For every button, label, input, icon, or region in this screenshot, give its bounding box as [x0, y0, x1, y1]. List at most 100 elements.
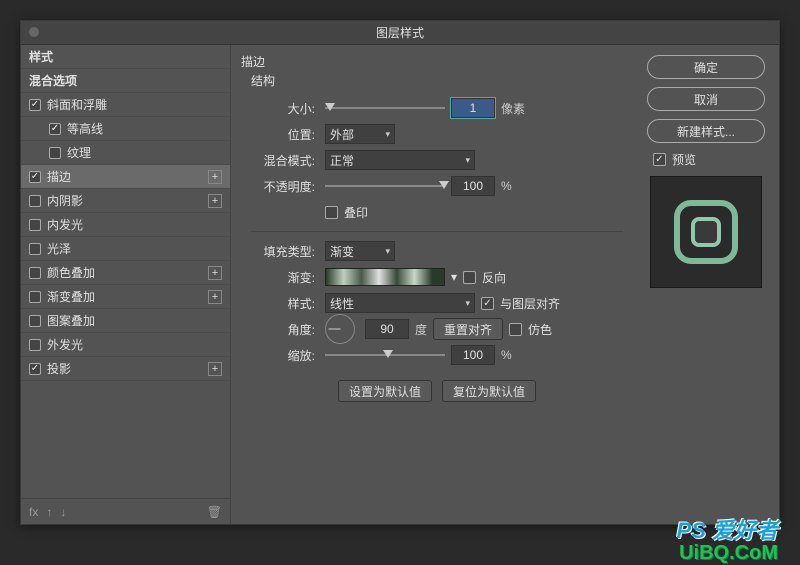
size-slider[interactable]	[325, 102, 445, 114]
arrow-up-icon[interactable]: ↑	[46, 505, 52, 519]
opacity-label: 不透明度:	[251, 178, 315, 195]
style-label: 内发光	[47, 216, 83, 233]
opacity-slider[interactable]	[325, 180, 445, 192]
size-label: 大小:	[251, 100, 315, 117]
style-label: 内阴影	[47, 192, 83, 209]
angle-label: 角度:	[251, 321, 315, 338]
style-item-3[interactable]: 描边 +	[21, 165, 230, 189]
style-checkbox[interactable]	[29, 195, 41, 207]
style-checkbox[interactable]	[29, 363, 41, 375]
blend-dropdown[interactable]: 正常▾	[325, 150, 475, 170]
blend-label: 混合模式:	[251, 152, 315, 169]
reset-align-button[interactable]: 重置对齐	[433, 318, 503, 340]
angle-input[interactable]: 90	[365, 319, 409, 339]
style-checkbox[interactable]	[29, 171, 41, 183]
style-item-5[interactable]: 内发光	[21, 213, 230, 237]
style-checkbox[interactable]	[29, 219, 41, 231]
reverse-label: 反向	[482, 269, 506, 286]
fx-icon[interactable]: fx	[29, 505, 38, 519]
style-checkbox[interactable]	[29, 99, 41, 111]
overprint-checkbox[interactable]	[325, 206, 338, 219]
scale-input[interactable]: 100	[451, 345, 495, 365]
chevron-down-icon: ▾	[465, 155, 470, 166]
style-item-2[interactable]: 纹理	[21, 141, 230, 165]
preview-checkbox[interactable]	[653, 153, 666, 166]
style-label: 纹理	[67, 144, 91, 161]
plus-icon[interactable]: +	[208, 194, 222, 208]
style-item-7[interactable]: 颜色叠加 +	[21, 261, 230, 285]
style-checkbox[interactable]	[29, 267, 41, 279]
style-checkbox[interactable]	[49, 147, 61, 159]
style-item-10[interactable]: 外发光	[21, 333, 230, 357]
chevron-down-icon: ▾	[465, 298, 470, 309]
opacity-unit: %	[501, 179, 512, 193]
style-label: 样式:	[251, 295, 315, 312]
new-style-button[interactable]: 新建样式...	[647, 119, 765, 143]
layer-style-dialog: 图层样式 样式 混合选项 斜面和浮雕等高线纹理描边 + 内阴影 + 内发光光泽颜色叠加 +…	[20, 20, 780, 525]
dither-label: 仿色	[528, 321, 552, 338]
sidebar-header-blend[interactable]: 混合选项	[21, 69, 230, 93]
traffic-light-icon	[29, 27, 39, 37]
set-default-button[interactable]: 设置为默认值	[338, 380, 432, 402]
section-subtitle: 结构	[251, 72, 623, 89]
size-input[interactable]: 1	[451, 98, 495, 118]
chevron-down-icon: ▾	[385, 246, 390, 257]
fill-label: 填充类型:	[251, 243, 315, 260]
opacity-input[interactable]: 100	[451, 176, 495, 196]
dither-checkbox[interactable]	[509, 323, 522, 336]
style-label: 外发光	[47, 336, 83, 353]
style-label: 颜色叠加	[47, 264, 95, 281]
gradient-picker[interactable]	[325, 268, 445, 286]
plus-icon[interactable]: +	[208, 290, 222, 304]
styles-sidebar: 样式 混合选项 斜面和浮雕等高线纹理描边 + 内阴影 + 内发光光泽颜色叠加 + 渐变叠加 +…	[21, 45, 231, 524]
style-item-9[interactable]: 图案叠加	[21, 309, 230, 333]
style-dropdown[interactable]: 线性▾	[325, 293, 475, 313]
angle-unit: 度	[415, 321, 427, 338]
style-checkbox[interactable]	[49, 123, 61, 135]
dialog-titlebar: 图层样式	[21, 21, 779, 45]
style-item-8[interactable]: 渐变叠加 +	[21, 285, 230, 309]
trash-icon[interactable]: 🗑	[207, 505, 222, 519]
style-label: 投影	[47, 360, 71, 377]
style-item-11[interactable]: 投影 +	[21, 357, 230, 381]
arrow-down-icon[interactable]: ↓	[60, 505, 66, 519]
gradient-label: 渐变:	[251, 269, 315, 286]
style-label: 光泽	[47, 240, 71, 257]
watermark-text: PS 爱好者	[677, 513, 778, 545]
style-checkbox[interactable]	[29, 291, 41, 303]
sidebar-footer: fx ↑ ↓ 🗑	[21, 498, 230, 524]
plus-icon[interactable]: +	[208, 362, 222, 376]
style-item-0[interactable]: 斜面和浮雕	[21, 93, 230, 117]
scale-unit: %	[501, 348, 512, 362]
align-label: 与图层对齐	[500, 295, 560, 312]
align-checkbox[interactable]	[481, 297, 494, 310]
chevron-down-icon: ▾	[385, 129, 390, 140]
ok-button[interactable]: 确定	[647, 55, 765, 79]
style-item-1[interactable]: 等高线	[21, 117, 230, 141]
watermark-url: UiBQ.CoM	[679, 542, 778, 565]
preview-thumbnail	[650, 176, 762, 288]
reverse-checkbox[interactable]	[463, 271, 476, 284]
fill-dropdown[interactable]: 渐变▾	[325, 241, 395, 261]
plus-icon[interactable]: +	[208, 266, 222, 280]
scale-label: 缩放:	[251, 347, 315, 364]
style-item-4[interactable]: 内阴影 +	[21, 189, 230, 213]
style-label: 等高线	[67, 120, 103, 137]
plus-icon[interactable]: +	[208, 170, 222, 184]
style-label: 渐变叠加	[47, 288, 95, 305]
style-checkbox[interactable]	[29, 339, 41, 351]
sidebar-header-styles[interactable]: 样式	[21, 45, 230, 69]
reset-default-button[interactable]: 复位为默认值	[442, 380, 536, 402]
position-label: 位置:	[251, 126, 315, 143]
chevron-down-icon[interactable]: ▾	[451, 270, 457, 284]
style-label: 图案叠加	[47, 312, 95, 329]
style-checkbox[interactable]	[29, 315, 41, 327]
cancel-button[interactable]: 取消	[647, 87, 765, 111]
angle-dial[interactable]	[325, 314, 355, 344]
preview-label: 预览	[672, 151, 696, 168]
style-item-6[interactable]: 光泽	[21, 237, 230, 261]
position-dropdown[interactable]: 外部▾	[325, 124, 395, 144]
scale-slider[interactable]	[325, 349, 445, 361]
style-checkbox[interactable]	[29, 243, 41, 255]
style-label: 描边	[47, 168, 71, 185]
